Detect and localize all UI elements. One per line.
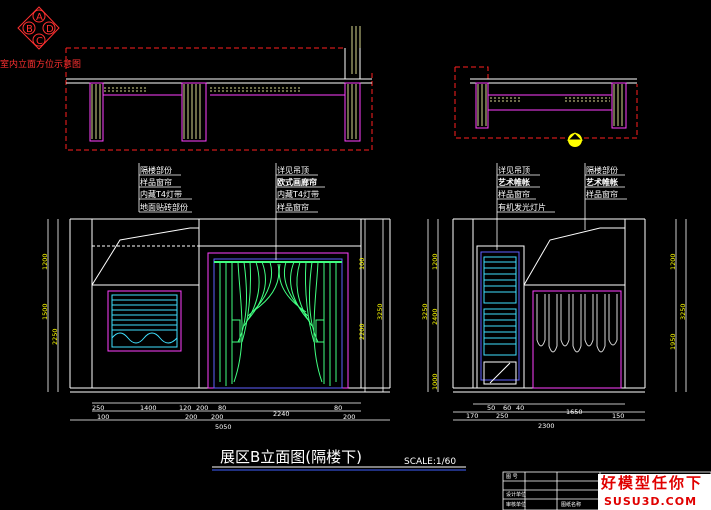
label-sample-curtain-d: 样品窗帘 [586,189,618,199]
watermark-title: 好模型任你下 [600,474,703,492]
label-sample-curtain-c: 样品窗帘 [498,189,530,199]
label-sample-curtain-a: 样品窗帘 [140,177,172,187]
austrian-blind-window [532,290,622,389]
plan-curtain-hatch-right [477,84,623,126]
dim-left-v-5: 2200 [358,323,366,340]
label-sample-curtain-b: 样品窗帘 [277,202,309,212]
dim-left-total: 5050 [215,423,232,431]
door-drapery [207,252,349,389]
dim-right-h-2: 60 [503,404,511,412]
dim-left-v-4: 100 [358,258,366,270]
dim-left-v-3: 2250 [51,328,59,345]
dim-left-h-8: 100 [97,413,109,421]
label-t4-lamp-a: 内藏T4灯带 [140,189,182,199]
drawing-scale: SCALE:1/60 [404,457,456,467]
title-block-cell-4: 图纸名称 [561,501,581,508]
label-euro-drapery: 欧式画廊帘 [277,177,317,187]
roman-blind-window [107,290,182,352]
cad-drawing: A B D C 室内立面方位示意图 1200 1500 2250 100 220… [0,0,711,510]
dim-left-h-6: 2240 [273,410,290,418]
dim-right-v-1: 3250 [421,303,429,320]
dim-left-h-1: 250 [92,404,104,412]
label-see-ceiling-b: 详见吊顶 [498,165,530,175]
dim-right-h-5: 250 [496,412,508,420]
dim-right-v-4: 1000 [431,373,439,390]
watermark-site: SUSU3D.COM [604,495,697,508]
label-art-curtain-b: 艺术帷帐 [586,177,618,187]
dim-left-h-10: 200 [211,413,223,421]
dim-left-v-2: 1500 [41,303,49,320]
label-art-curtain-a: 艺术帷帐 [498,177,530,187]
label-partition-section: 隔楼部份 [140,165,172,175]
drawing-title: 展区B立面图(隔楼下) [220,448,362,466]
dim-right-h-7: 150 [612,412,624,420]
section-marker [566,132,584,147]
label-t4-lamp-b: 内藏T4灯带 [277,189,319,199]
dim-right-h-4: 170 [466,412,478,420]
label-floor-tile: 地面贴砖部份 [140,202,188,212]
key-letter-b: B [26,24,33,35]
dim-left-h-5: 80 [218,404,226,412]
dim-left-v-6: 3250 [376,303,384,320]
dim-right-h-6: 1650 [566,408,583,416]
dim-right-v-6: 1950 [669,333,677,350]
dim-right-v-3: 2400 [431,308,439,325]
label-partition-section-b: 隔楼部份 [586,165,618,175]
elevation-sheet: A B D C 室内立面方位示意图 1200 1500 2250 100 220… [0,6,711,510]
key-letter-c: C [36,36,43,47]
dim-left-h-7: 80 [334,404,342,412]
key-plan-caption: 室内立面方位示意图 [0,58,81,70]
dim-left-h-3: 120 [179,404,191,412]
dim-left-h-11: 200 [343,413,355,421]
dim-left-h-2: 1400 [140,404,157,412]
dim-right-v-2: 1200 [431,253,439,270]
dim-right-v-5: 1200 [669,253,677,270]
dim-left-v-1: 1200 [41,253,49,270]
key-letter-d: D [46,24,54,35]
left-elevation-dim-lines [47,219,390,421]
dim-right-h-3: 40 [516,404,524,412]
art-display-panel [480,251,520,385]
plan-view-left [65,47,373,151]
dim-right-v-7: 3250 [679,303,687,320]
dim-left-h-4: 200 [196,404,208,412]
key-letter-a: A [36,12,43,23]
title-block-cell-3: 审核单位 [506,501,526,508]
dim-right-h-1: 50 [487,404,495,412]
title-block-cell-2: 设计单位 [506,491,526,498]
dim-right-total: 2300 [538,422,555,430]
label-glass-light-panel: 有机发光灯片 [498,202,546,212]
dim-left-h-9: 200 [185,413,197,421]
label-see-ceiling-a: 详见吊顶 [277,165,309,175]
title-block-cell-1: 图 号 [506,474,518,480]
